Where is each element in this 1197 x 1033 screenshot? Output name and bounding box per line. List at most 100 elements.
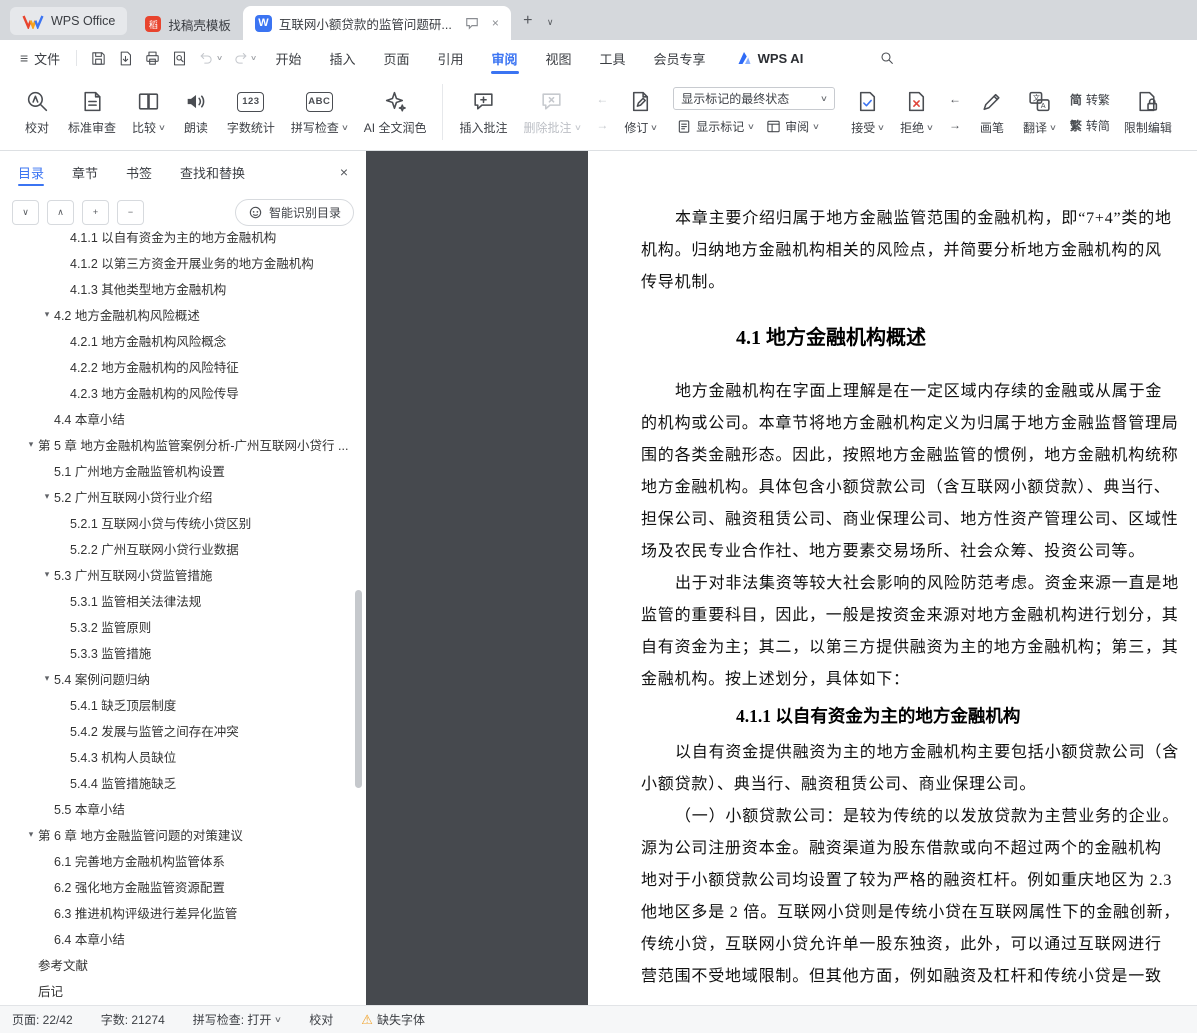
menu-item[interactable]: 会员专享 [640,40,720,76]
toc-item[interactable]: ▾ 5.4.3 机构人员缺位 [0,743,366,769]
standard-review-button[interactable]: 标准审查 [60,80,124,144]
menu-item[interactable]: 审阅 [478,40,532,76]
text-line[interactable]: 传导机制。 [641,267,1197,299]
menu-item[interactable]: 引用 [423,40,477,76]
file-menu[interactable]: ≡ 文件 [12,49,68,68]
expander-icon[interactable]: ▾ [40,673,54,684]
next-comment-button[interactable]: → [590,114,614,136]
sidebar-tab-find-replace[interactable]: 查找和替换 [180,151,245,193]
export-button[interactable] [114,46,137,70]
toc-item[interactable]: ▾ 5.5 本章小结 [0,795,366,821]
menu-item[interactable]: 插入 [315,40,369,76]
toc-item[interactable]: ▾ 5.1 广州地方金融监管机构设置 [0,457,366,483]
spellcheck-indicator[interactable]: 拼写检查: 打开 ∨ [193,1011,283,1028]
toc-item[interactable]: ▾ 4.4 本章小结 [0,405,366,431]
proofread-indicator[interactable]: 校对 [309,1011,333,1028]
paragraph[interactable]: 本章主要介绍归属于地方金融监管范围的金融机构，即“7+4”类的地 机构。归纳地方金… [641,203,1197,299]
translate-button[interactable]: 文A 翻译 ∨ [1015,80,1064,144]
close-tab-icon[interactable]: × [492,16,499,30]
comment-bubble-icon[interactable] [465,16,479,30]
reject-button[interactable]: 拒绝 ∨ [892,80,941,144]
accept-button[interactable]: 接受 ∨ [843,80,892,144]
document-canvas[interactable]: 本章主要介绍归属于地方金融监管范围的金融机构，即“7+4”类的地 机构。归纳地方金… [366,151,1197,1005]
tab-docer-template[interactable]: 稻 找稿壳模板 [133,8,243,40]
expand-all-button[interactable]: ∧ [47,199,74,225]
toc-item[interactable]: ▾ 5.2.2 广州互联网小贷行业数据 [0,535,366,561]
toc-item[interactable]: ▾ 5.3.1 监管相关法律法规 [0,587,366,613]
menu-item[interactable]: 工具 [586,40,640,76]
restrict-edit-button[interactable]: 限制编辑 [1116,80,1180,144]
text-line[interactable]: 担保公司、融资租赁公司、商业保理公司、地方性资产管理公司、区域性 [641,504,1197,536]
tab-current-document[interactable]: W 互联网小额贷款的监管问题研... × [242,6,511,40]
close-sidebar-icon[interactable]: × [340,164,348,180]
markup-state-select[interactable]: 显示标记的最终状态 ∨ [673,87,836,110]
to-simplified-button[interactable]: 繁 转简 [1066,114,1114,136]
text-line[interactable]: 地方金融机构。具体包含小额贷款公司（含互联网小额贷款）、典当行、 [641,472,1197,504]
toc-item[interactable]: ▾ 5.3 广州互联网小贷监管措施 [0,561,366,587]
proofread-button[interactable]: 校对 [14,80,60,144]
print-preview-button[interactable] [168,46,191,70]
toc-item[interactable]: ▾ 5.4.2 发展与监管之间存在冲突 [0,717,366,743]
text-line[interactable]: 营范围不受地域限制。但其他方面，例如融资及杠杆和传统小贷是一致 [641,961,1197,993]
expander-icon[interactable]: ▾ [40,309,54,320]
text-line[interactable]: 本章主要介绍归属于地方金融监管范围的金融机构，即“7+4”类的地 [641,203,1197,235]
toc-item[interactable]: ▾ 5.3.2 监管原则 [0,613,366,639]
read-aloud-button[interactable]: 朗读 [173,80,219,144]
text-line[interactable]: 的机构或公司。本章节将地方金融机构定义为归属于地方金融监督管理局 [641,408,1197,440]
text-line[interactable]: 场及农民专业合作社、地方要素交易场所、社会众筹、投资公司等。 [641,536,1197,568]
spell-check-button[interactable]: ABC 拼写检查 ∨ [283,80,356,144]
expander-icon[interactable]: ▾ [40,491,54,502]
previous-comment-button[interactable]: ← [590,88,614,110]
toc-item[interactable]: ▾ 5.2.1 互联网小贷与传统小贷区别 [0,509,366,535]
previous-change-button[interactable]: ← [943,88,967,110]
text-line[interactable]: 围的各类金融形态。因此，按照地方金融监管的惯例，地方金融机构统称 [641,440,1197,472]
search-button[interactable] [873,45,901,71]
compare-button[interactable]: 比较 ∨ [124,80,173,144]
toc-item[interactable]: ▾ 4.2.1 地方金融机构风险概念 [0,327,366,353]
collapse-all-button[interactable]: ∨ [12,199,39,225]
tab-list-chevron-icon[interactable]: ∨ [541,17,560,28]
redo-button[interactable]: ∨ [229,46,259,70]
toc-item[interactable]: ▾ 4.1.2 以第三方资金开展业务的地方金融机构 [0,249,366,275]
paragraph[interactable]: （一）小额贷款公司：是较为传统的以发放贷款为主营业务的企业。 源为公司注册资本金。… [641,801,1197,993]
toc-item[interactable]: ▾ 6.2 强化地方金融监管资源配置 [0,873,366,899]
subsection-heading[interactable]: 4.1.1 以自有资金为主的地方金融机构 [736,704,1197,729]
next-change-button[interactable]: → [943,114,967,136]
text-line[interactable]: （一）小额贷款公司：是较为传统的以发放贷款为主营业务的企业。 [641,801,1197,833]
toc-item[interactable]: ▾ 5.4.1 缺乏顶层制度 [0,691,366,717]
page-indicator[interactable]: 页面: 22/42 [12,1011,73,1028]
print-button[interactable] [141,46,164,70]
text-line[interactable]: 自有资金为主；其二，以第三方提供融资为主的地方金融机构；第三，其 [641,632,1197,664]
show-markup-button[interactable]: 显示标记 ∨ [673,115,758,137]
toc-item[interactable]: ▾ 5.3.3 监管措施 [0,639,366,665]
new-tab-button[interactable]: + [515,8,541,34]
word-count-indicator[interactable]: 字数: 21274 [101,1011,165,1028]
toc-item[interactable]: ▾ 4.2 地方金融机构风险概述 [0,301,366,327]
word-count-button[interactable]: 123 字数统计 [219,80,283,144]
expander-icon[interactable]: ▾ [24,439,38,450]
expander-icon[interactable]: ▾ [40,569,54,580]
text-line[interactable]: 机构。归纳地方金融机构相关的风险点，并简要分析地方金融机构的风 [641,235,1197,267]
toc-item[interactable]: ▾ 4.2.3 地方金融机构的风险传导 [0,379,366,405]
paragraph[interactable]: 地方金融机构在字面上理解是在一定区域内存续的金融或从属于金 的机构或公司。本章节将… [641,376,1197,568]
toc-item[interactable]: ▾ 4.1.1 以自有资金为主的地方金融机构 [0,231,366,249]
menu-item[interactable]: 开始 [261,40,315,76]
collapse-level-button[interactable]: − [117,199,144,225]
toc-item[interactable]: ▾ 4.2.2 地方金融机构的风险特征 [0,353,366,379]
section-heading[interactable]: 4.1 地方金融机构概述 [736,325,1197,352]
text-line[interactable]: 他地区多是 2 倍。互联网小贷则是传统小贷在互联网属性下的金融创新， [641,897,1197,929]
pen-button[interactable]: 画笔 [969,80,1015,144]
text-line[interactable]: 地对于小额贷款公司均设置了较为严格的融资杠杆。例如重庆地区为 2.3 [641,865,1197,897]
missing-font-indicator[interactable]: ⚠ 缺失字体 [361,1011,425,1028]
document-page[interactable]: 本章主要介绍归属于地方金融监管范围的金融机构，即“7+4”类的地 机构。归纳地方金… [588,151,1197,1005]
text-line[interactable]: 监管的重要科目，因此，一般是按资金来源对地方金融机构进行划分，其 [641,600,1197,632]
ai-polish-button[interactable]: AI 全文润色 [356,80,435,144]
text-line[interactable]: 地方金融机构在字面上理解是在一定区域内存续的金融或从属于金 [641,376,1197,408]
toc-item[interactable]: ▾ 第 5 章 地方金融机构监管案例分析-广州互联网小贷行 ... [0,431,366,457]
delete-comment-button[interactable]: 删除批注 ∨ [515,80,588,144]
toc-item[interactable]: ▾ 5.4 案例问题归纳 [0,665,366,691]
toc-item[interactable]: ▾ 6.4 本章小结 [0,925,366,951]
to-traditional-button[interactable]: 简 转繁 [1066,88,1114,110]
text-line[interactable]: 小额贷款）、典当行、融资租赁公司、商业保理公司。 [641,769,1197,801]
toc-item[interactable]: ▾ 4.1.3 其他类型地方金融机构 [0,275,366,301]
